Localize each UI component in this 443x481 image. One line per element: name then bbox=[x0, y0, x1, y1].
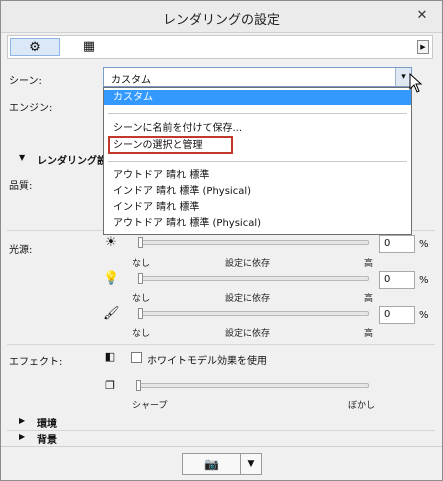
slider-min-label: なし bbox=[132, 294, 151, 304]
dropdown-item-scene-preset[interactable]: アウトドア 晴れ 標準 (Physical) bbox=[104, 216, 411, 231]
percent-unit: % bbox=[419, 239, 429, 250]
expand-arrow-icon[interactable]: ▶ bbox=[417, 40, 429, 54]
close-icon[interactable]: ✕ bbox=[412, 7, 432, 25]
quality-label: 品質: bbox=[9, 181, 33, 192]
sun-slider[interactable] bbox=[138, 237, 369, 248]
background-section-title: 背景 bbox=[37, 435, 57, 446]
rendering-section-title: レンダリング設 bbox=[37, 156, 107, 167]
slider-mid-label: 設定に依存 bbox=[225, 329, 271, 339]
sun-value-input[interactable]: 0 bbox=[379, 235, 415, 253]
rendering-settings-window: レンダリングの設定 ✕ ⚙ ▦ ▶ シーン: カスタム ▾ エンジン: ▼ レン… bbox=[0, 0, 443, 481]
bulb-value-input[interactable]: 0 bbox=[379, 271, 415, 289]
environment-section-header[interactable]: ▶ 環境 bbox=[7, 415, 435, 430]
bottom-bar: 📷 ▼ bbox=[1, 446, 442, 480]
brush-icon: 🖌 bbox=[103, 306, 120, 321]
expand-triangle-icon: ▶ bbox=[19, 432, 26, 441]
dropdown-item-custom[interactable]: カスタム bbox=[104, 90, 411, 105]
collapse-triangle-icon: ▼ bbox=[19, 153, 26, 162]
percent-unit: % bbox=[419, 310, 429, 321]
white-model-checkbox-label: ホワイトモデル効果を使用 bbox=[147, 356, 267, 367]
effect-label: エフェクト: bbox=[9, 357, 63, 368]
slider-min-label: なし bbox=[132, 259, 151, 269]
scene-select[interactable]: カスタム ▾ bbox=[103, 67, 412, 87]
scene-dropdown-list: カスタム シーンに名前を付けて保存... シーンの選択と管理 アウトドア 晴れ … bbox=[103, 87, 412, 235]
bulb-slider[interactable] bbox=[138, 273, 369, 284]
percent-unit: % bbox=[419, 275, 429, 286]
slider-mid-label: 設定に依存 bbox=[225, 259, 271, 269]
toolbar: ⚙ ▦ ▶ bbox=[7, 35, 433, 59]
dropdown-separator bbox=[108, 161, 407, 162]
slider-min-label: なし bbox=[132, 329, 151, 339]
panel-icon[interactable]: ▦ bbox=[64, 38, 114, 56]
slider-thumb[interactable] bbox=[138, 237, 143, 248]
gear-icon[interactable]: ⚙ bbox=[10, 38, 60, 56]
expand-triangle-icon: ▶ bbox=[19, 416, 26, 425]
chevron-down-icon[interactable]: ▼ bbox=[240, 454, 261, 474]
blur-max-label: ぼかし bbox=[348, 401, 376, 411]
bulb-icon: 💡 bbox=[103, 271, 120, 286]
blur-slider[interactable] bbox=[136, 380, 369, 391]
camera-icon[interactable]: 📷 bbox=[183, 454, 240, 474]
dropdown-separator bbox=[108, 113, 407, 114]
slider-max-label: 高 bbox=[364, 329, 374, 339]
background-section-header[interactable]: ▶ 背景 bbox=[7, 431, 435, 446]
slider-thumb[interactable] bbox=[138, 308, 143, 319]
slider-thumb[interactable] bbox=[136, 380, 141, 391]
highlight-box bbox=[108, 136, 233, 154]
light-label: 光源: bbox=[9, 245, 33, 256]
white-model-checkbox[interactable] bbox=[131, 352, 142, 363]
sun-icon: ☀ bbox=[105, 235, 117, 250]
title-bar: レンダリングの設定 ✕ bbox=[1, 1, 442, 33]
slider-max-label: 高 bbox=[364, 259, 374, 269]
dropdown-item-save-scene[interactable]: シーンに名前を付けて保存... bbox=[104, 121, 411, 136]
slider-max-label: 高 bbox=[364, 294, 374, 304]
slider-mid-label: 設定に依存 bbox=[225, 294, 271, 304]
brush-slider[interactable] bbox=[138, 308, 369, 319]
scene-select-value: カスタム bbox=[111, 75, 151, 86]
blur-icon: ❐ bbox=[105, 379, 115, 392]
divider bbox=[7, 344, 435, 345]
render-button[interactable]: 📷 ▼ bbox=[182, 453, 262, 475]
dropdown-item-scene-preset[interactable]: インドア 晴れ 標準 (Physical) bbox=[104, 184, 411, 199]
blur-min-label: シャープ bbox=[132, 401, 168, 411]
dropdown-item-scene-preset[interactable]: インドア 晴れ 標準 bbox=[104, 200, 411, 215]
mouse-cursor-icon bbox=[409, 73, 423, 93]
scene-label: シーン: bbox=[9, 76, 42, 87]
engine-label: エンジン: bbox=[9, 103, 53, 114]
environment-section-title: 環境 bbox=[37, 419, 57, 430]
white-model-icon: ◧ bbox=[104, 350, 116, 363]
slider-thumb[interactable] bbox=[138, 273, 143, 284]
window-title: レンダリングの設定 bbox=[162, 13, 280, 28]
brush-value-input[interactable]: 0 bbox=[379, 306, 415, 324]
dropdown-item-scene-preset[interactable]: アウトドア 晴れ 標準 bbox=[104, 168, 411, 183]
